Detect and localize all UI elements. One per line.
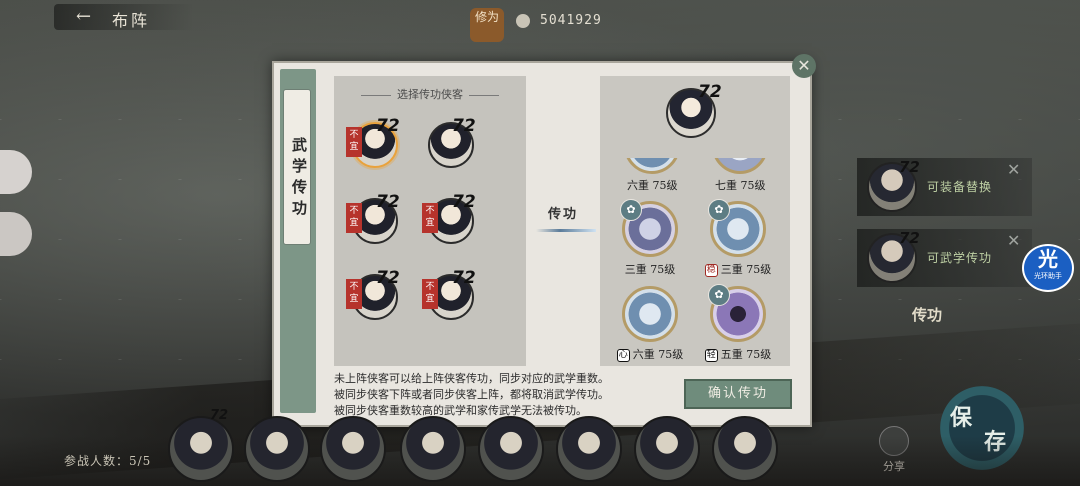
hero-card[interactable]: 不宜 72	[346, 116, 400, 174]
participant-count: 参战人数：5/5	[64, 454, 152, 468]
skill-type-badge-icon: ✿	[708, 284, 730, 306]
panel-hero-level: 72	[899, 158, 920, 176]
skill-icon-partial[interactable]	[712, 158, 768, 176]
hero-card[interactable]: 不宜 72	[422, 192, 476, 250]
target-hero-level: 72	[698, 82, 722, 102]
cultivation-power: 修为 5041929	[470, 8, 640, 42]
panel-text: 可装备替换	[927, 180, 993, 194]
skill-caption: 稳三重 75级	[704, 263, 772, 277]
back-arrow-icon: ←	[76, 6, 92, 27]
transfer-arrow-icon	[536, 229, 596, 232]
hero-level: 72	[452, 192, 476, 212]
hero-card[interactable]: 72	[422, 116, 476, 174]
skill-transfer-panel[interactable]: 72 可武学传功 ✕	[857, 229, 1032, 287]
hero-level: 72	[452, 116, 476, 136]
skill-type-badge-icon: ✿	[620, 199, 642, 221]
slot-level: 72	[210, 408, 229, 423]
lineup-slot[interactable]	[400, 416, 466, 482]
meditation-figure-icon	[516, 14, 530, 28]
lineup-slot[interactable]	[556, 416, 622, 482]
skill-caption: 三重 75级	[624, 263, 676, 276]
lineup-slot[interactable]	[478, 416, 544, 482]
description-line: 未上阵侠客可以给上阵侠客传功，同步对应的武学重数。	[334, 372, 609, 385]
hero-level: 72	[376, 116, 400, 136]
lineup-slot[interactable]	[244, 416, 310, 482]
target-hero: 72	[664, 82, 722, 138]
equip-replace-panel[interactable]: 72 可装备替换 ✕	[857, 158, 1032, 216]
unsuitable-tag: 不宜	[346, 203, 362, 233]
tab-skill-transfer[interactable]: 武学传功	[283, 89, 311, 245]
save-label-1: 保	[950, 405, 973, 431]
skill-caption: 心六重 75级	[616, 348, 684, 362]
hero-card[interactable]: 不宜 72	[346, 192, 400, 250]
hero-card[interactable]: 不宜 72	[346, 268, 400, 326]
assistant-logo-icon: 光	[1038, 247, 1058, 271]
heart-mark: 心	[616, 349, 630, 362]
hero-level: 72	[376, 192, 400, 212]
unsuitable-tag: 不宜	[422, 203, 438, 233]
skill-item[interactable]: ✿ 三重 75级	[620, 199, 680, 285]
unsuitable-tag: 不宜	[422, 279, 438, 309]
steady-mark: 稳	[704, 264, 718, 277]
lineup-slot[interactable]: 72	[168, 408, 234, 482]
lineup-slot[interactable]	[634, 416, 700, 482]
transfer-shortcut-button[interactable]: 传功	[912, 304, 948, 344]
hero-card[interactable]: 不宜 72	[422, 268, 476, 326]
back-button[interactable]: ← 布阵	[54, 4, 194, 30]
transfer-description: 未上阵侠客可以给上阵侠客传功，同步对应的武学重数。 被同步侠客下阵或者同步侠客上…	[334, 371, 674, 419]
hero-level: 72	[452, 268, 476, 288]
skill-icon	[622, 286, 678, 342]
screen-title: 布阵	[112, 11, 151, 30]
close-icon[interactable]: ✕	[792, 54, 816, 78]
unsuitable-tag: 不宜	[346, 279, 362, 309]
panel-text: 可武学传功	[927, 251, 993, 265]
assistant-label: 光环助手	[1034, 272, 1062, 280]
skill-item[interactable]: ✿ 轻五重 75级	[704, 284, 771, 370]
cultivation-seal-icon: 修为	[470, 8, 504, 42]
assistant-float-button[interactable]: 光 光环助手	[1022, 244, 1074, 292]
lineup-slot[interactable]	[712, 416, 778, 482]
close-icon[interactable]: ✕	[1007, 231, 1020, 250]
skill-caption: 七重 75级	[715, 179, 766, 192]
panel-hero-level: 72	[899, 229, 920, 247]
skill-item[interactable]: ✿ 稳三重 75级	[704, 199, 771, 285]
skill-caption: 六重 75级	[627, 179, 678, 192]
hero-selection-header: 选择传功侠客	[334, 86, 526, 102]
light-mark: 轻	[704, 349, 718, 362]
skill-item[interactable]: 心六重 75级	[616, 286, 683, 370]
skill-caption: 轻五重 75级	[704, 348, 772, 362]
power-value: 5041929	[540, 13, 602, 28]
description-line: 被同步侠客下阵或者同步侠客上阵，都将取消武学传功。	[334, 388, 609, 401]
confirm-transfer-button[interactable]: 确认传功	[684, 379, 792, 409]
lineup-slot[interactable]	[320, 416, 386, 482]
hero-level: 72	[376, 268, 400, 288]
top-bar: ← 布阵 修为 5041929	[0, 0, 1080, 42]
skill-type-badge-icon: ✿	[708, 199, 730, 221]
skill-icon-partial[interactable]	[624, 158, 680, 176]
transfer-label: 传功	[548, 207, 579, 222]
unsuitable-tag: 不宜	[346, 127, 362, 157]
close-icon[interactable]: ✕	[1007, 160, 1020, 179]
